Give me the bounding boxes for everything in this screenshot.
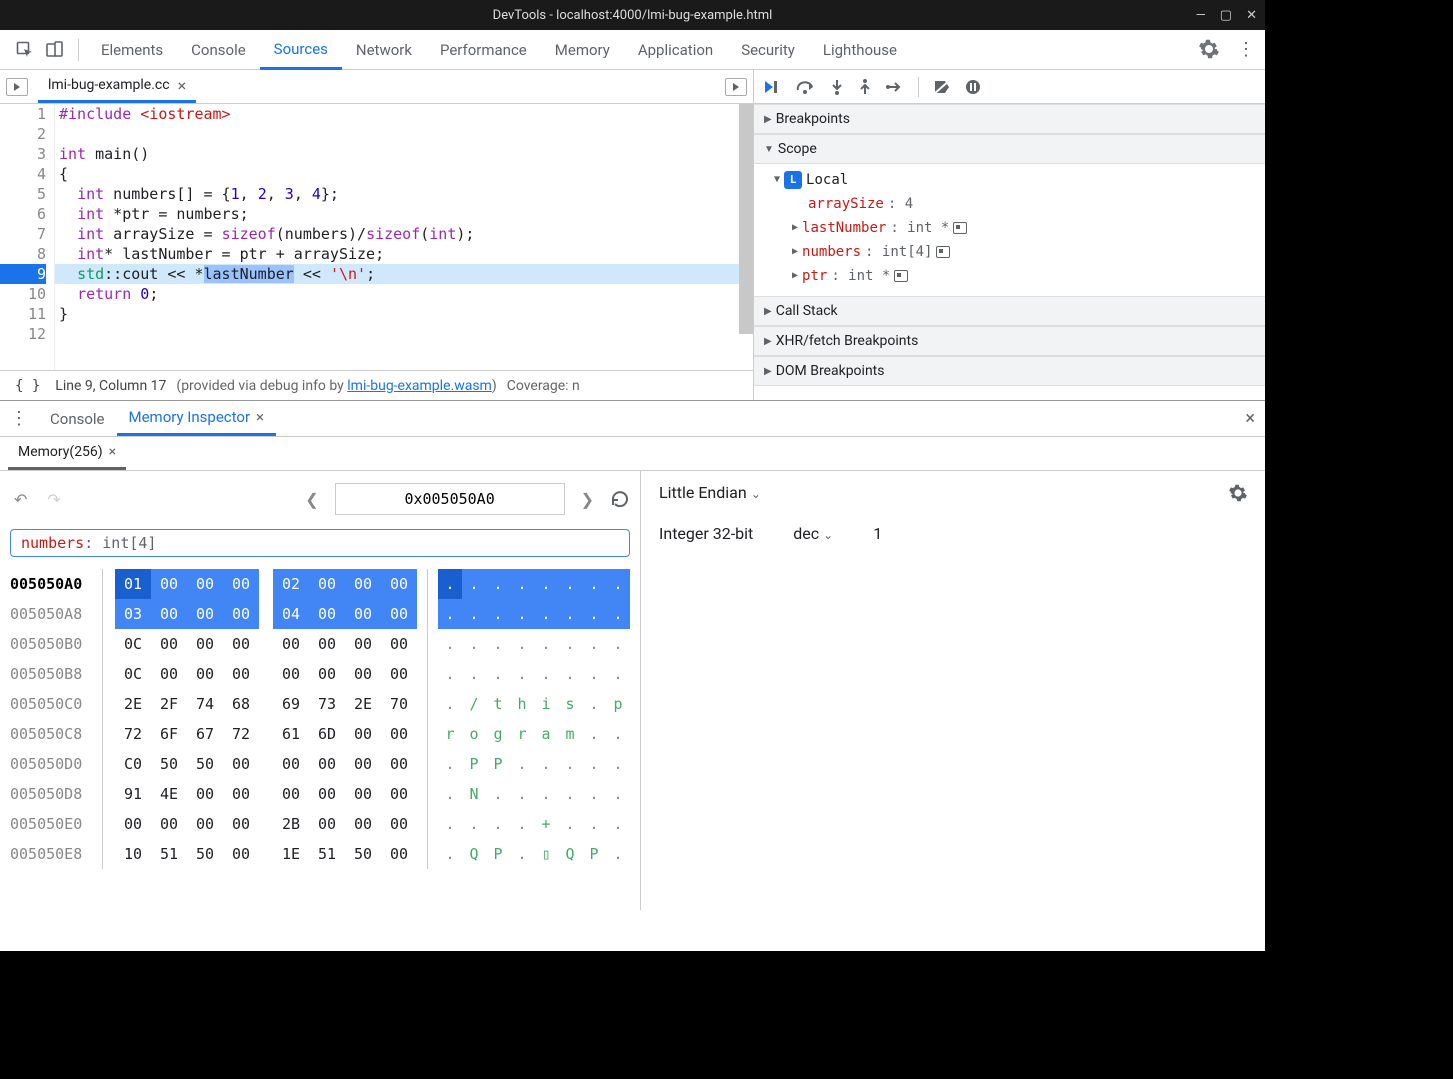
main-tab-console[interactable]: Console <box>177 30 260 69</box>
scope-var-lastNumber[interactable]: ▶ lastNumber: int * <box>774 216 1265 240</box>
refresh-icon[interactable] <box>610 489 630 509</box>
main-tab-performance[interactable]: Performance <box>426 30 541 69</box>
main-tab-memory[interactable]: Memory <box>541 30 624 69</box>
page-next-icon[interactable]: ❯ <box>577 486 598 513</box>
step-over-icon[interactable] <box>796 80 816 94</box>
memory-settings-gear-icon[interactable] <box>1229 484 1247 502</box>
close-drawer-tab-icon[interactable]: × <box>256 408 264 426</box>
debug-play-icon[interactable] <box>6 78 28 96</box>
integer-value: 1 <box>873 524 882 543</box>
window-title: DevTools - localhost:4000/lmi-bug-exampl… <box>493 8 773 23</box>
scope-var-ptr[interactable]: ▶ ptr: int * <box>774 264 1265 288</box>
main-tab-lighthouse[interactable]: Lighthouse <box>809 30 911 69</box>
hex-row: 005050E0000000002B000000....+... <box>10 809 630 839</box>
coverage-text: Coverage: n <box>507 378 580 394</box>
hex-row: 005050D8914E000000000000.N...... <box>10 779 630 809</box>
main-tab-elements[interactable]: Elements <box>87 30 177 69</box>
history-forward-icon[interactable]: ↷ <box>43 486 64 513</box>
hex-row: 005050A00100000002000000........ <box>10 569 630 599</box>
drawer-tab-console[interactable]: Console <box>38 401 117 436</box>
settings-gear-icon[interactable] <box>1199 39 1219 60</box>
integer-format-toggle[interactable]: dec⌄ <box>793 524 833 543</box>
close-drawer-icon[interactable]: × <box>1245 408 1255 429</box>
close-memory-tab-icon[interactable]: × <box>109 444 116 460</box>
step-icon[interactable] <box>886 80 904 94</box>
pause-exceptions-icon[interactable] <box>965 79 981 95</box>
reveal-memory-icon[interactable] <box>894 270 908 282</box>
device-toggle-icon[interactable] <box>40 35 70 65</box>
scope-header[interactable]: ▼Scope <box>754 134 1265 164</box>
hex-row: 005050C8726F6772616D0000rogram.. <box>10 719 630 749</box>
minimize-icon[interactable]: — <box>1196 8 1206 23</box>
inspect-element-icon[interactable] <box>10 35 40 65</box>
scrollbar-thumb[interactable] <box>739 104 753 334</box>
scope-var-numbers[interactable]: ▶ numbers: int[4] <box>774 240 1265 264</box>
hex-row: 005050D0C050500000000000.PP..... <box>10 749 630 779</box>
hex-row: 005050C02E2F746869732E70./this.p <box>10 689 630 719</box>
breakpoints-header[interactable]: ▶Breakpoints <box>754 104 1265 134</box>
main-tab-network[interactable]: Network <box>342 30 426 69</box>
resume-icon[interactable] <box>764 80 782 94</box>
integer-type-label: Integer 32-bit <box>659 524 753 543</box>
format-braces-icon[interactable]: { } <box>10 375 45 397</box>
xhr-breakpoints-header[interactable]: ▶XHR/fetch Breakpoints <box>754 326 1265 356</box>
main-tab-bar: ElementsConsoleSourcesNetworkPerformance… <box>0 30 1265 70</box>
address-input[interactable] <box>335 483 565 515</box>
step-into-icon[interactable] <box>830 79 844 95</box>
history-back-icon[interactable]: ↶ <box>10 486 31 513</box>
callstack-header[interactable]: ▶Call Stack <box>754 296 1265 326</box>
memory-buffer-tab[interactable]: Memory(256) × <box>8 437 126 470</box>
maximize-icon[interactable]: ▢ <box>1220 8 1232 23</box>
variable-chip[interactable]: numbers: int[4] <box>10 529 630 557</box>
reveal-memory-icon[interactable] <box>953 222 967 234</box>
file-tab-name: lmi-bug-example.cc <box>48 77 170 93</box>
window-titlebar: DevTools - localhost:4000/lmi-bug-exampl… <box>0 0 1265 30</box>
kebab-menu-icon[interactable]: ⋮ <box>1237 39 1255 60</box>
main-tab-sources[interactable]: Sources <box>260 31 342 70</box>
drawer-tab-memory-inspector[interactable]: Memory Inspector × <box>117 401 277 436</box>
debug-source-link[interactable]: lmi-bug-example.wasm <box>347 378 492 394</box>
deactivate-breakpoints-icon[interactable] <box>933 79 951 95</box>
main-tab-security[interactable]: Security <box>727 30 809 69</box>
step-out-icon[interactable] <box>858 79 872 95</box>
file-tab[interactable]: lmi-bug-example.cc × <box>38 70 196 103</box>
hex-row: 005050A80300000004000000........ <box>10 599 630 629</box>
reveal-memory-icon[interactable] <box>936 246 950 258</box>
cursor-position: Line 9, Column 17 <box>55 378 166 394</box>
close-tab-icon[interactable]: × <box>178 76 187 95</box>
hex-row: 005050B80C00000000000000........ <box>10 659 630 689</box>
endianness-toggle[interactable]: Little Endian⌄ <box>659 483 761 502</box>
hex-row: 005050E8105150001E515000.QP.▯QP. <box>10 839 630 869</box>
scope-var-arraySize[interactable]: arraySize: 4 <box>774 192 1265 216</box>
drawer-menu-icon[interactable]: ⋮ <box>10 408 28 429</box>
hex-row: 005050B00C00000000000000........ <box>10 629 630 659</box>
dom-breakpoints-header[interactable]: ▶DOM Breakpoints <box>754 356 1265 386</box>
close-window-icon[interactable]: ✕ <box>1246 8 1257 23</box>
run-snippet-icon[interactable] <box>725 78 747 96</box>
page-prev-icon[interactable]: ❮ <box>301 486 322 513</box>
main-tab-application[interactable]: Application <box>624 30 727 69</box>
